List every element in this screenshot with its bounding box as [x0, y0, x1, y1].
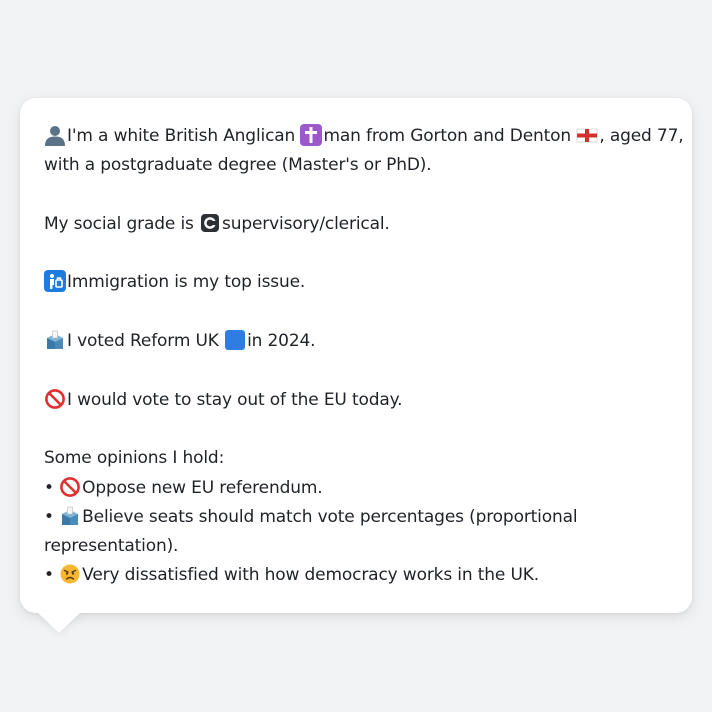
opinion-item: • Believe seats should match vote percen… [44, 505, 578, 527]
persona-education: with a postgraduate degree (Master's or … [44, 155, 432, 176]
latin-cross-icon [300, 124, 323, 146]
speech-bubble-tail [37, 612, 81, 633]
opinion-item: • Oppose new EU referendum. [44, 476, 323, 498]
angry-face-icon [59, 563, 81, 585]
persona-card: I'm a white British Anglican man from Go… [20, 98, 692, 613]
persona-intro: I'm a white British Anglican man from Go… [44, 122, 684, 151]
letter-c-icon [199, 212, 221, 234]
persona-vote-2024: I voted Reform UK in 2024. [44, 327, 668, 356]
opinion-item-continued: representation). [44, 536, 179, 557]
no-entry-icon [59, 476, 81, 498]
blue-square-icon [224, 329, 246, 351]
opinion-item: • Very dissatisfied with how democracy w… [44, 563, 540, 586]
england-flag-icon [576, 124, 598, 146]
persona-top-issue: Immigration is my top issue. [44, 268, 668, 297]
ballot-box-icon [44, 329, 66, 351]
passport-control-icon [44, 270, 66, 293]
persona-social-grade: My social grade is supervisory/clerical. [44, 212, 390, 234]
opinions-heading: Some opinions I hold: [44, 448, 225, 469]
ballot-box-icon [59, 505, 81, 527]
persona-eu-stance: I would vote to stay out of the EU today… [44, 386, 668, 415]
no-entry-icon [44, 388, 66, 410]
person-silhouette-icon [44, 124, 66, 146]
